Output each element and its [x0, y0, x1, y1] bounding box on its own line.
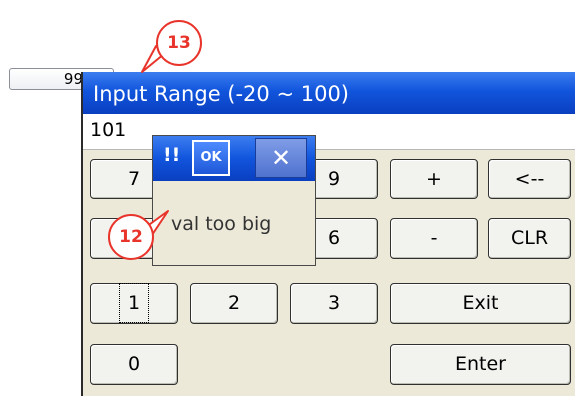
- callout-13: 13: [156, 20, 202, 66]
- enter-button[interactable]: Enter: [390, 344, 571, 385]
- key-2[interactable]: 2: [190, 283, 278, 324]
- key-0[interactable]: 0: [90, 344, 178, 385]
- exit-button[interactable]: Exit: [390, 283, 571, 324]
- warning-icon: !!: [163, 144, 181, 166]
- key-minus[interactable]: -: [390, 218, 478, 259]
- key-1-label: 1: [118, 283, 150, 323]
- key-3[interactable]: 3: [290, 283, 378, 324]
- close-icon[interactable]: ✕: [255, 138, 307, 178]
- key-1[interactable]: 1: [90, 283, 178, 324]
- key-backspace[interactable]: <--: [488, 159, 571, 199]
- screenshot-root: 99 Input Range (-20 ~ 100) 101 7 8 9 + <…: [0, 0, 587, 396]
- key-plus[interactable]: +: [390, 159, 478, 199]
- error-message-box: !! OK ✕ val too big: [152, 135, 316, 266]
- error-message: val too big: [171, 213, 272, 235]
- ok-button[interactable]: OK: [192, 140, 230, 176]
- message-box-titlebar: !! OK ✕: [153, 136, 315, 181]
- callout-12: 12: [108, 214, 154, 260]
- key-clear[interactable]: CLR: [488, 218, 571, 259]
